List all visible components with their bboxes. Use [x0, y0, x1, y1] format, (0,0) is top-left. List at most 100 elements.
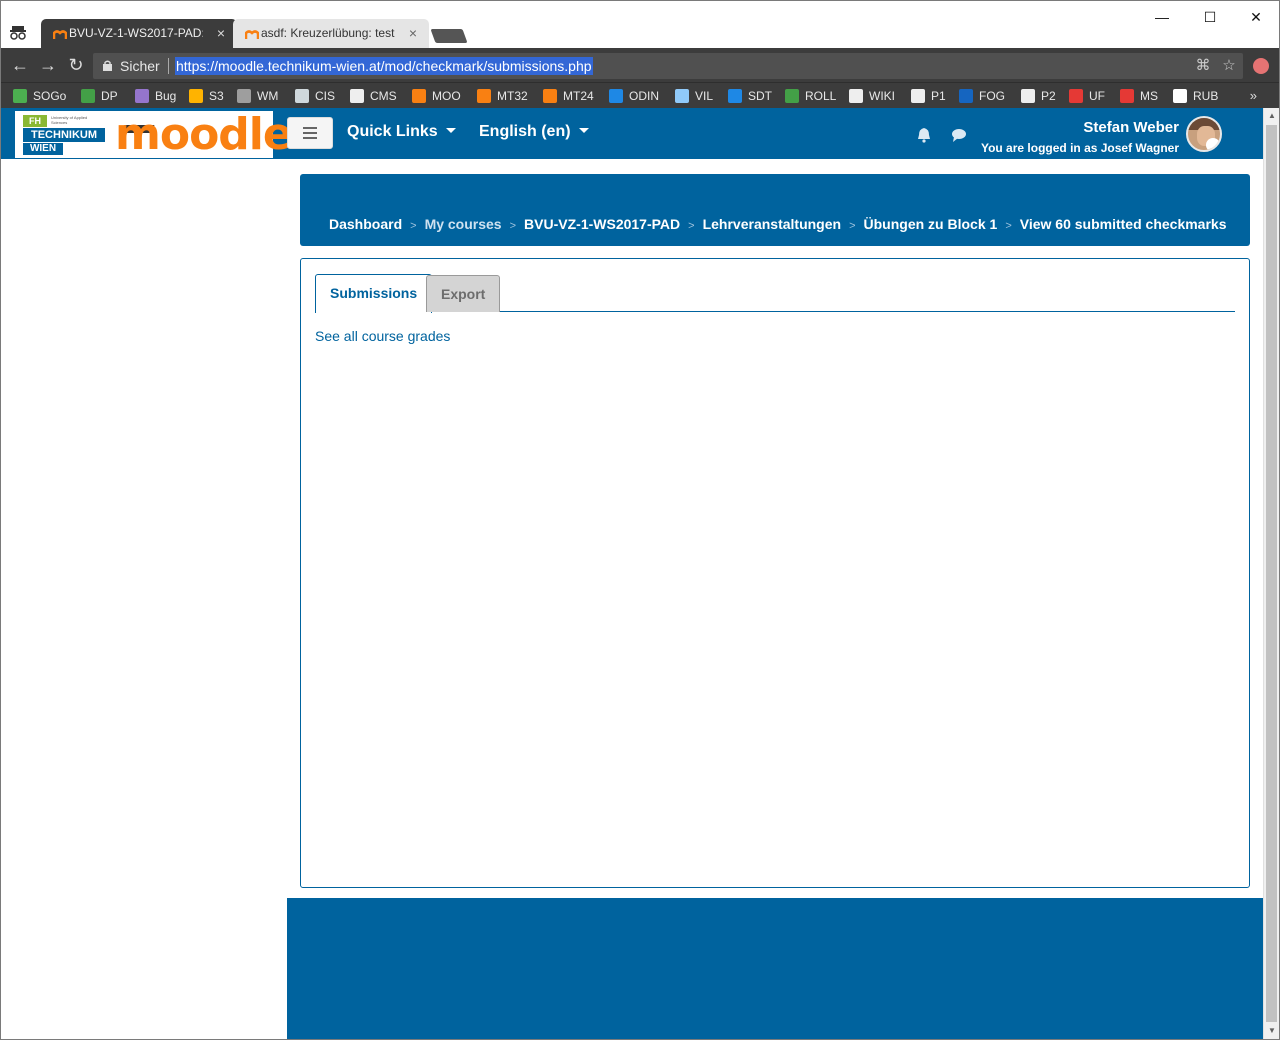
moodle-icon [477, 89, 491, 103]
tab-title: BVU-VZ-1-WS2017-PAD: [69, 26, 203, 40]
moodle-logo-text: moodle [115, 109, 293, 160]
browser-tab[interactable]: asdf: Kreuzerlübung: test × [233, 19, 429, 48]
main-region: Submissions Export See all course grades [300, 258, 1250, 888]
uf-icon [1069, 89, 1083, 103]
left-drawer [1, 159, 287, 1039]
bug-icon [135, 89, 149, 103]
language-label: English (en) [479, 123, 571, 140]
rub-icon [1173, 89, 1187, 103]
vil-icon [675, 89, 689, 103]
page-scrollbar[interactable]: ▲ ▼ [1263, 108, 1279, 1039]
page-icon [849, 89, 863, 103]
bookmark-fog[interactable]: FOG [959, 83, 1005, 109]
bookmark-wiki[interactable]: WIKI [849, 83, 895, 109]
bookmark-mt32[interactable]: MT32 [477, 83, 528, 109]
omnibox-separator [168, 58, 169, 74]
breadcrumb-course[interactable]: BVU-VZ-1-WS2017-PAD [524, 216, 680, 232]
close-window-button[interactable]: ✕ [1233, 7, 1279, 27]
tab-export[interactable]: Export [426, 275, 501, 312]
bookmark-sogo[interactable]: SOGo [13, 83, 66, 109]
scroll-down-icon[interactable]: ▼ [1267, 1026, 1277, 1036]
bookmark-cms[interactable]: CMS [350, 83, 397, 109]
user-avatar[interactable] [1186, 116, 1222, 152]
tab-close-icon[interactable]: × [217, 19, 225, 48]
moodle-navbar: FH University of Applied Sciences TECHNI… [1, 108, 1263, 159]
submission-tabs: Submissions Export [315, 274, 1235, 313]
bookmark-p1[interactable]: P1 [911, 83, 946, 109]
bookmark-vil[interactable]: VIL [675, 83, 713, 109]
bookmark-mt24[interactable]: MT24 [543, 83, 594, 109]
url-text[interactable]: https://moodle.technikum-wien.at/mod/che… [175, 57, 593, 75]
breadcrumb-separator: > [509, 220, 517, 232]
fh-technikum: TECHNIKUM [23, 128, 105, 142]
breadcrumb-current[interactable]: View 60 submitted checkmarks [1020, 216, 1227, 232]
moodle-favicon-icon [245, 30, 259, 39]
bookmark-wm[interactable]: WM [237, 83, 278, 109]
reload-button[interactable]: ↻ [65, 54, 87, 76]
browser-tab-active[interactable]: BVU-VZ-1-WS2017-PAD: × [41, 19, 237, 48]
title-bar: BVU-VZ-1-WS2017-PAD: × asdf: Kreuzerlübu… [1, 1, 1279, 48]
incognito-icon [10, 26, 26, 40]
quick-links-label: Quick Links [347, 123, 438, 140]
moodle-icon [412, 89, 426, 103]
site-logo[interactable]: FH University of Applied Sciences TECHNI… [15, 111, 293, 158]
bookmark-sdt[interactable]: SDT [728, 83, 772, 109]
sheet-icon [81, 89, 95, 103]
breadcrumb-my-courses[interactable]: My courses [425, 216, 502, 232]
maximize-button[interactable]: ☐ [1187, 7, 1233, 27]
wm-icon [237, 89, 251, 103]
sdt-icon [728, 89, 742, 103]
page-icon [1021, 89, 1035, 103]
breadcrumb-dashboard[interactable]: Dashboard [329, 216, 402, 232]
user-name[interactable]: Stefan Weber [1083, 119, 1179, 136]
bookmark-dp[interactable]: DP [81, 83, 118, 109]
ms-icon [1120, 89, 1134, 103]
translate-icon[interactable]: ⌘ [1194, 57, 1212, 75]
bookmark-bug[interactable]: Bug [135, 83, 176, 109]
notification-bell-icon[interactable] [916, 127, 932, 143]
page-icon [350, 89, 364, 103]
see-all-course-grades-link[interactable]: See all course grades [315, 328, 450, 344]
bookmark-ms[interactable]: MS [1120, 83, 1158, 109]
language-menu[interactable]: English (en) [479, 123, 589, 141]
bookmark-uf[interactable]: UF [1069, 83, 1105, 109]
odin-icon [609, 89, 623, 103]
bookmark-p2[interactable]: P2 [1021, 83, 1056, 109]
page-icon [911, 89, 925, 103]
bookmark-odin[interactable]: ODIN [609, 83, 659, 109]
quick-links-menu[interactable]: Quick Links [347, 123, 456, 141]
fh-technikum-logo: FH University of Applied Sciences TECHNI… [23, 115, 105, 155]
breadcrumb-separator: > [849, 220, 856, 232]
page-viewport: FH University of Applied Sciences TECHNI… [1, 108, 1263, 1039]
bookmarks-overflow-button[interactable]: » [1250, 83, 1257, 109]
secure-label: Sicher [120, 58, 160, 74]
scroll-up-icon[interactable]: ▲ [1267, 111, 1277, 121]
breadcrumb-section[interactable]: Lehrveranstaltungen [703, 216, 841, 232]
new-tab-button[interactable] [430, 29, 468, 43]
menu-toggle-button[interactable] [287, 117, 333, 149]
bookmark-rub[interactable]: RUB [1173, 83, 1218, 109]
bookmark-star-icon[interactable]: ☆ [1220, 57, 1238, 75]
fh-wien: WIEN [23, 143, 63, 155]
fog-icon [959, 89, 973, 103]
extension-icon[interactable] [1253, 58, 1269, 74]
tab-title: asdf: Kreuzerlübung: test [261, 26, 395, 40]
lock-icon [103, 60, 112, 71]
bookmark-moo[interactable]: MOO [412, 83, 461, 109]
bookmark-cis[interactable]: CIS [295, 83, 335, 109]
sheet-icon [785, 89, 799, 103]
minimize-button[interactable]: — [1139, 7, 1185, 27]
moodle-icon [543, 89, 557, 103]
hamburger-icon [303, 127, 317, 129]
forward-button[interactable]: → [37, 54, 59, 76]
bookmark-s3[interactable]: S3 [189, 83, 224, 109]
breadcrumb-activity[interactable]: Übungen zu Block 1 [864, 216, 998, 232]
address-bar[interactable]: Sicher https://moodle.technikum-wien.at/… [93, 53, 1243, 79]
back-button[interactable]: ← [9, 54, 31, 76]
tab-submissions[interactable]: Submissions [315, 274, 433, 313]
tab-close-icon[interactable]: × [409, 19, 417, 48]
messages-icon[interactable] [951, 127, 967, 143]
bookmark-roll[interactable]: ROLL [785, 83, 836, 109]
scrollbar-thumb[interactable] [1266, 125, 1277, 1022]
breadcrumb-separator: > [1005, 220, 1012, 232]
